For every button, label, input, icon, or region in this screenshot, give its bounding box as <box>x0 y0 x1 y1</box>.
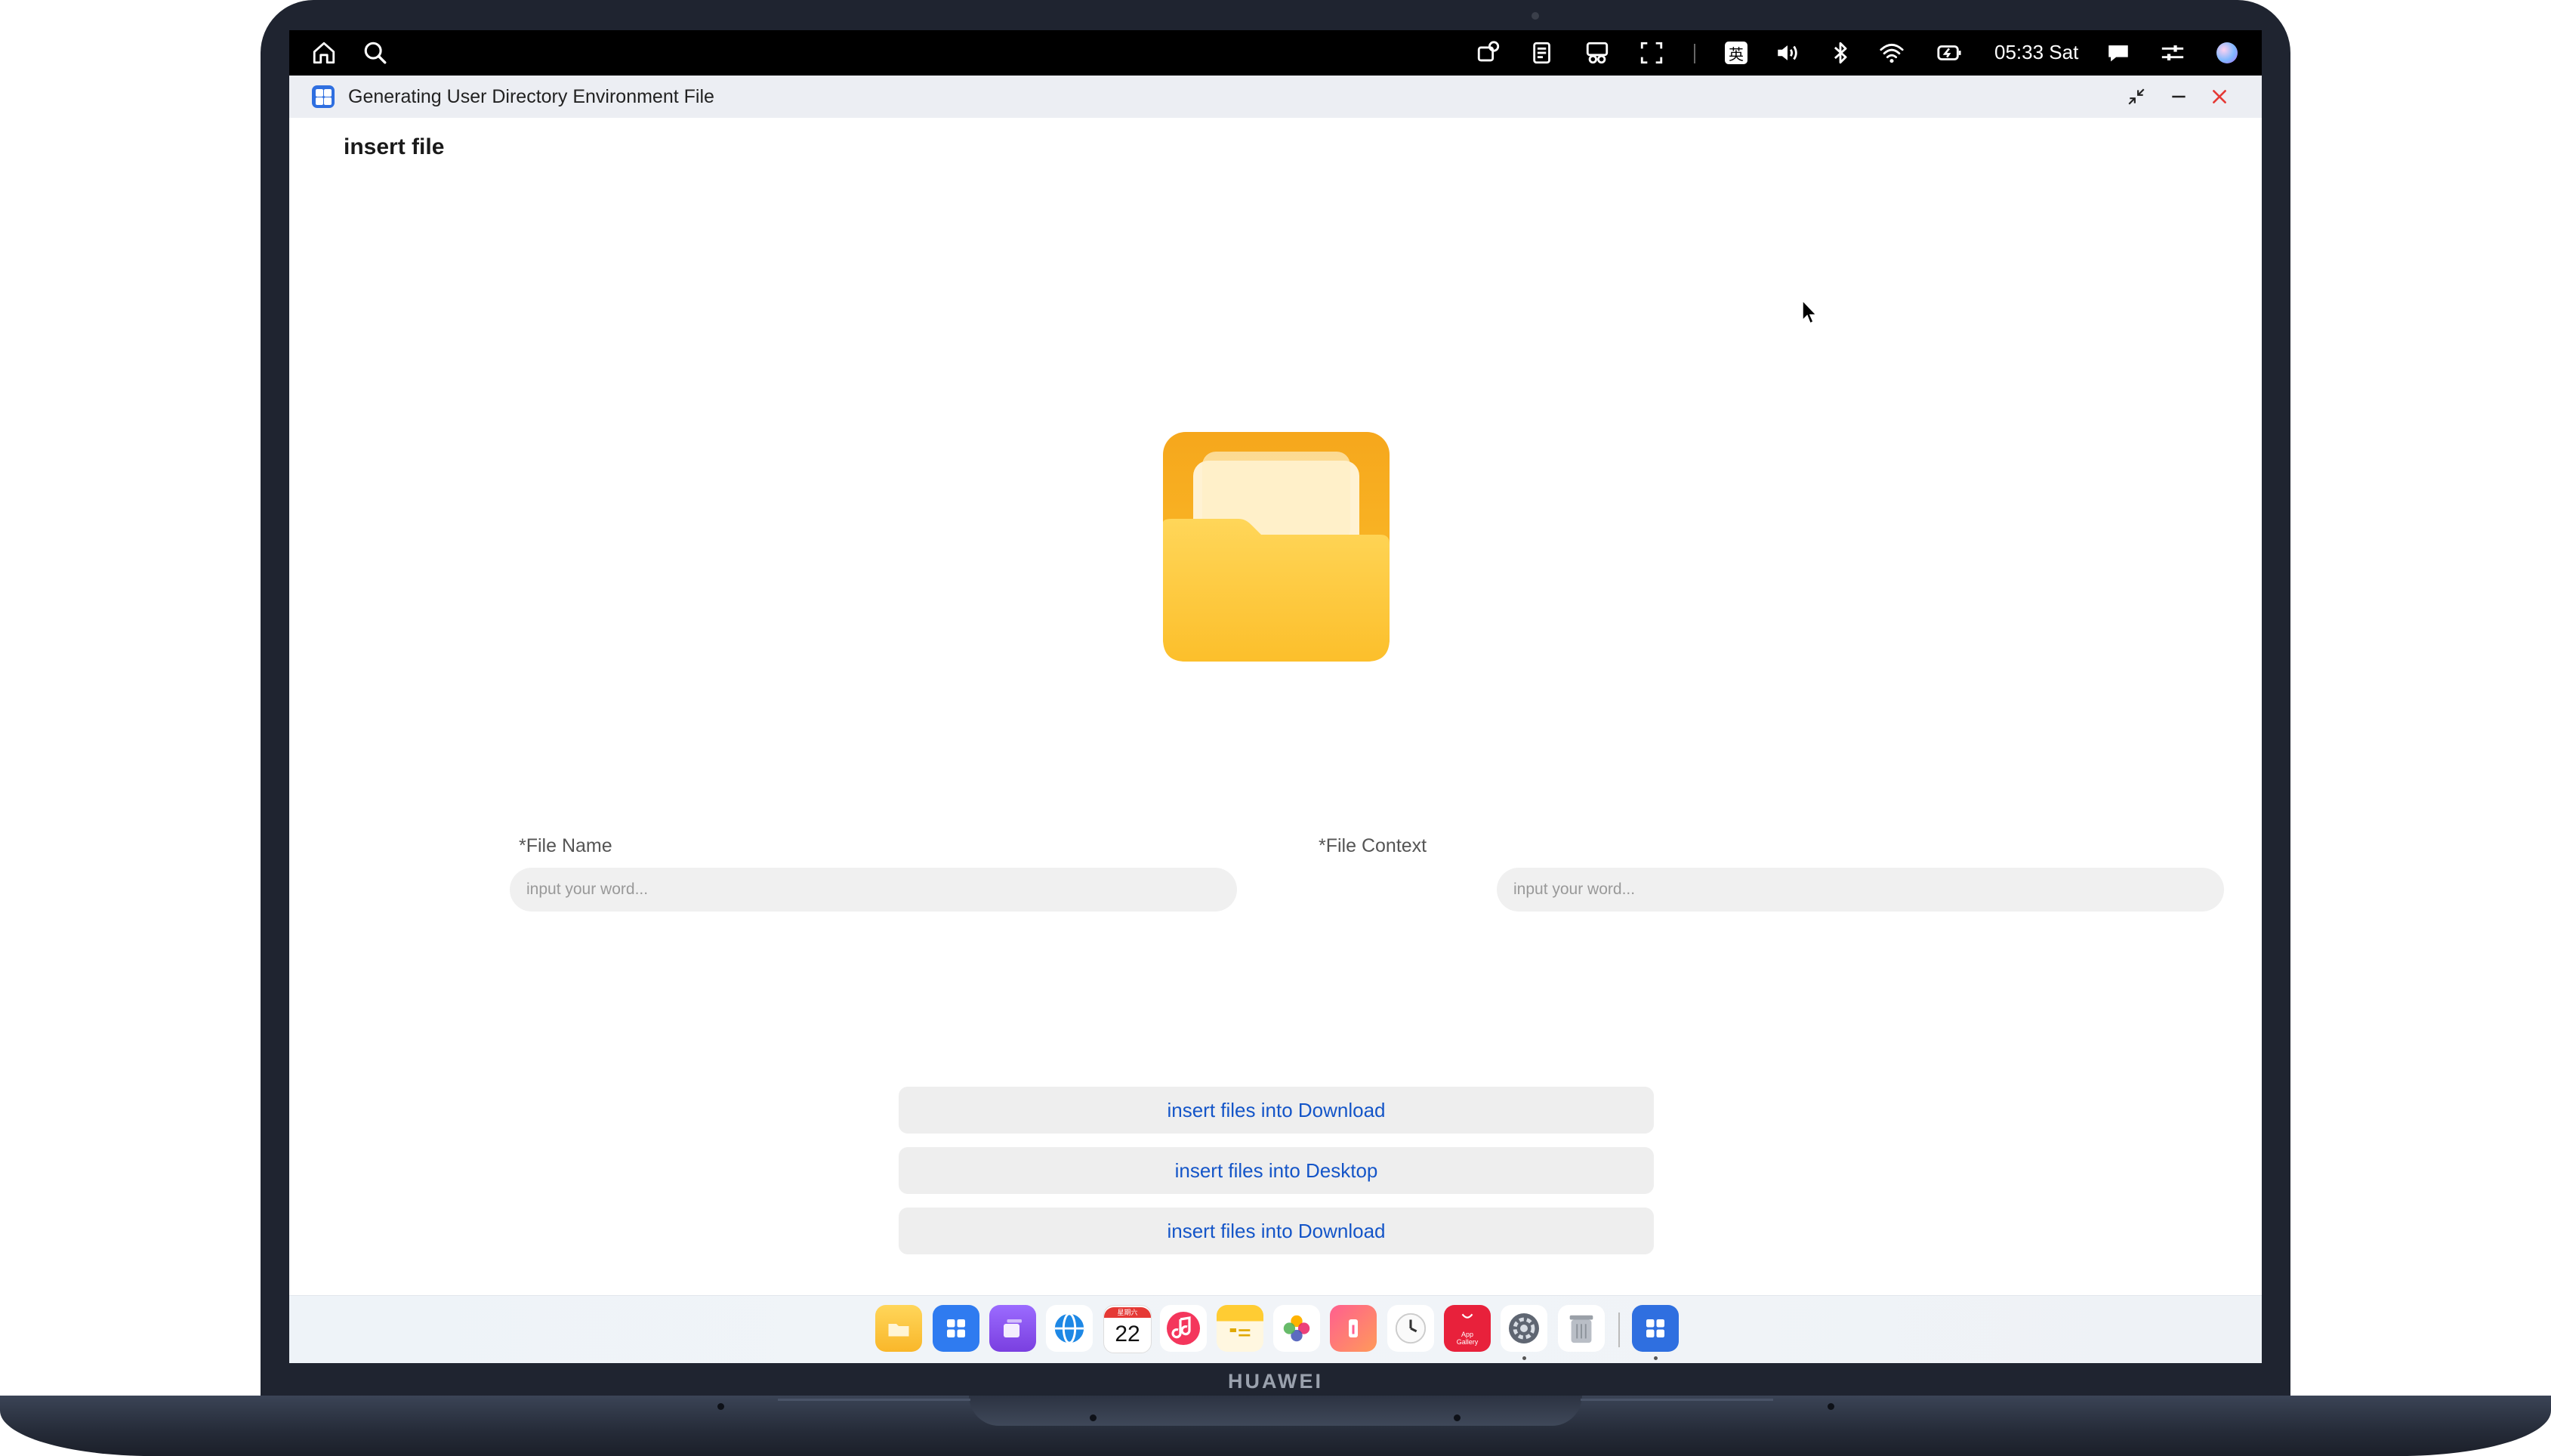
status-bar: 英 05:33 Sat <box>289 30 2262 76</box>
chat-icon[interactable] <box>2105 39 2132 66</box>
minimize-icon[interactable] <box>2164 82 2194 112</box>
close-icon[interactable] <box>2204 82 2235 112</box>
trash-icon[interactable] <box>1558 1305 1605 1352</box>
appgallery-icon[interactable]: App Gallery <box>1444 1305 1491 1352</box>
camera <box>1532 12 1539 20</box>
clock-time[interactable]: 05:33 Sat <box>1994 41 2078 64</box>
insert-download-button-2[interactable]: insert files into Download <box>899 1208 1654 1254</box>
running-app-icon[interactable] <box>1632 1305 1679 1352</box>
notes-icon[interactable] <box>1529 39 1556 66</box>
base-foot <box>1454 1414 1461 1421</box>
ime-icon[interactable]: 英 <box>1723 39 1750 66</box>
controls-icon[interactable] <box>2159 39 2186 66</box>
music-icon[interactable] <box>1160 1305 1207 1352</box>
file-name-label: *File Name <box>519 835 612 856</box>
window-title: Generating User Directory Environment Fi… <box>348 86 714 107</box>
notepad-icon[interactable] <box>1217 1305 1263 1352</box>
base-line-left <box>778 1399 970 1401</box>
file-context-label: *File Context <box>1319 835 1427 856</box>
screen: 英 05:33 Sat Generating User Directory En… <box>289 30 2262 1363</box>
tips-icon[interactable] <box>1330 1305 1377 1352</box>
dock-running-dot <box>1522 1356 1526 1360</box>
base-line-right <box>1581 1399 1773 1401</box>
restore-icon[interactable] <box>2121 82 2152 112</box>
page-title: insert file <box>344 134 445 159</box>
base-foot <box>1828 1403 1834 1410</box>
insert-download-button[interactable]: insert files into Download <box>899 1087 1654 1134</box>
photos-icon[interactable] <box>1273 1305 1320 1352</box>
screenshot-icon[interactable] <box>1475 39 1502 66</box>
scan-icon[interactable] <box>1638 39 1665 66</box>
search-icon[interactable] <box>362 39 389 66</box>
calendar-day: 22 <box>1115 1322 1140 1346</box>
app-icon <box>312 85 335 108</box>
battery-icon[interactable] <box>1936 39 1963 66</box>
volume-icon[interactable] <box>1774 39 1801 66</box>
mouse-cursor-icon <box>1801 299 1819 326</box>
file-name-input[interactable] <box>510 868 1237 912</box>
window-titlebar: Generating User Directory Environment Fi… <box>289 76 2262 118</box>
file-context-input[interactable] <box>1497 868 2224 912</box>
folder-icon <box>1163 432 1390 662</box>
clock-icon[interactable] <box>1387 1305 1434 1352</box>
settings-icon[interactable] <box>1501 1305 1547 1352</box>
appgallery-label: App Gallery <box>1456 1331 1479 1346</box>
browser-icon[interactable] <box>1046 1305 1093 1352</box>
ime-label: 英 <box>1725 42 1747 64</box>
calendar-weekday: 星期六 <box>1104 1307 1151 1318</box>
dock-separator <box>1618 1313 1620 1347</box>
base-foot <box>1090 1414 1097 1421</box>
dock: 星期六 22 App Gallery <box>289 1295 2262 1363</box>
insert-desktop-button[interactable]: insert files into Desktop <box>899 1147 1654 1194</box>
wifi-icon[interactable] <box>1878 39 1905 66</box>
device-brand: HUAWEI <box>1228 1370 1323 1393</box>
multitask-icon[interactable] <box>989 1305 1036 1352</box>
assistant-icon[interactable] <box>2213 39 2241 66</box>
home-icon[interactable] <box>310 39 338 66</box>
app-launcher-icon[interactable] <box>933 1305 979 1352</box>
status-divider <box>1694 44 1695 63</box>
dock-running-dot <box>1654 1356 1658 1360</box>
calendar-icon[interactable]: 星期六 22 <box>1103 1305 1152 1353</box>
laptop-hinge <box>969 1396 1582 1426</box>
base-foot <box>717 1403 724 1410</box>
files-app-icon[interactable] <box>875 1305 922 1352</box>
scissors-icon[interactable] <box>1584 39 1611 66</box>
bluetooth-icon[interactable] <box>1827 39 1854 66</box>
